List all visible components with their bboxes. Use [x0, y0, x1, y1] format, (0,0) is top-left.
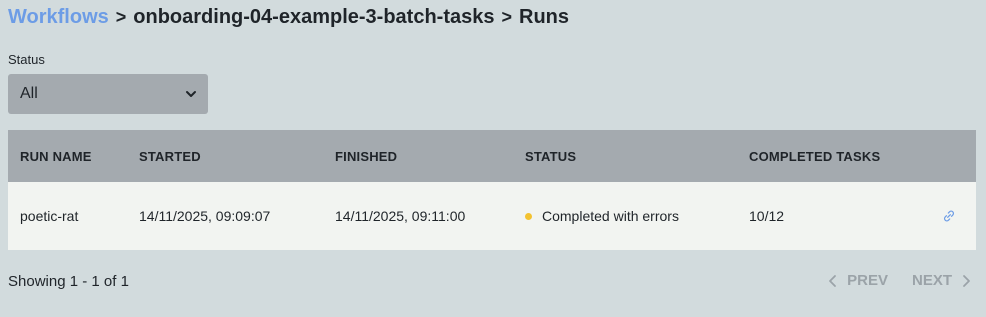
runs-table: RUN NAME STARTED FINISHED STATUS COMPLET… — [8, 130, 976, 250]
breadcrumb: Workflows > onboarding-04-example-3-batc… — [8, 6, 569, 29]
pagination-summary: Showing 1 - 1 of 1 — [8, 273, 129, 290]
table-row[interactable]: poetic-rat 14/11/2025, 09:09:07 14/11/20… — [8, 182, 976, 250]
prev-page-button[interactable]: PREV — [827, 272, 888, 289]
chevron-right-icon — [963, 274, 970, 287]
breadcrumb-separator: > — [501, 7, 512, 27]
pagination-controls: PREV NEXT — [827, 272, 972, 289]
breadcrumb-workflows-link[interactable]: Workflows — [8, 6, 109, 29]
breadcrumb-separator: > — [115, 7, 127, 27]
table-header: RUN NAME STARTED FINISHED STATUS COMPLET… — [8, 130, 976, 182]
status-filter-select[interactable]: All — [8, 74, 208, 114]
prev-page-label: PREV — [847, 272, 888, 289]
status-filter-label: Status — [8, 52, 45, 67]
next-page-label: NEXT — [911, 272, 952, 289]
link-icon[interactable] — [942, 209, 956, 223]
column-header-finished: FINISHED — [335, 148, 398, 164]
column-header-completed-tasks: COMPLETED TASKS — [749, 148, 881, 164]
started-cell: 14/11/2025, 09:09:07 — [139, 208, 271, 224]
column-header-status: STATUS — [525, 148, 577, 164]
run-name-cell: poetic-rat — [20, 208, 79, 224]
status-text: Completed with errors — [542, 208, 679, 224]
page-title: Runs — [519, 6, 569, 28]
status-dot-icon — [525, 212, 532, 220]
chevron-left-icon — [829, 274, 837, 287]
column-header-started: STARTED — [139, 148, 201, 164]
finished-cell: 14/11/2025, 09:11:00 — [335, 208, 466, 224]
status-cell: Completed with errors — [525, 182, 679, 250]
column-header-run-name: RUN NAME — [20, 148, 92, 164]
completed-tasks-cell: 10/12 — [749, 208, 785, 224]
next-page-button[interactable]: NEXT — [912, 272, 972, 289]
chevron-down-icon — [186, 91, 196, 97]
breadcrumb-workflow-name: onboarding-04-example-3-batch-tasks — [133, 6, 495, 28]
status-filter-value: All — [20, 85, 38, 102]
